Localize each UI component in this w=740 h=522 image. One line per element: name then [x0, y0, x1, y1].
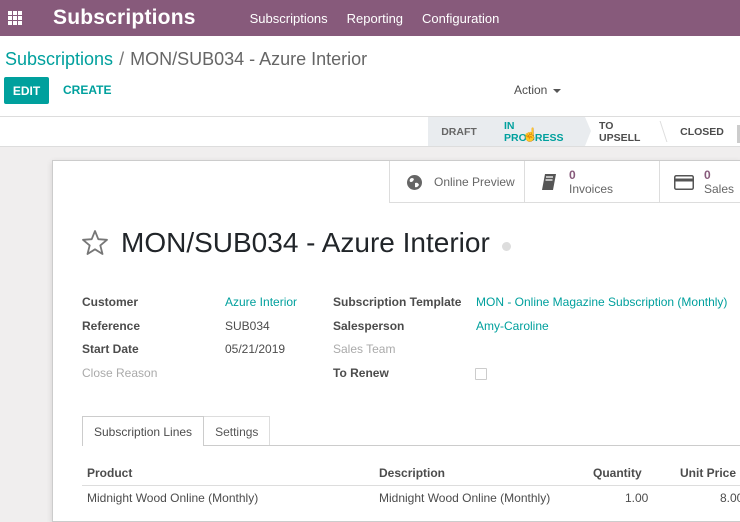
main-menu: Subscriptions Reporting Configuration — [250, 11, 519, 26]
stage-pipeline: DRAFT IN PROGRESS TO UPSELL CLOSED — [428, 117, 740, 146]
sales-count: 0 — [704, 168, 711, 182]
stage-to-upsell-label: TO UPSELL — [599, 119, 641, 144]
breadcrumb-parent[interactable]: Subscriptions — [5, 49, 113, 69]
record-title-row: MON/SUB034 - Azure Interior — [81, 227, 511, 259]
close-reason-label: Close Reason — [82, 366, 158, 380]
customer-label: Customer — [82, 295, 139, 309]
subscription-template-label: Subscription Template — [333, 295, 462, 309]
action-dropdown[interactable]: Action — [514, 83, 562, 97]
menu-item-configuration[interactable]: Configuration — [422, 11, 499, 26]
hand-cursor-icon: ☝ — [522, 127, 539, 142]
cell-product: Midnight Wood Online (Monthly) — [87, 491, 259, 505]
top-navbar: Subscriptions Subscriptions Reporting Co… — [0, 0, 740, 36]
breadcrumb-separator: / — [119, 49, 125, 69]
subscription-template-value[interactable]: MON - Online Magazine Subscription (Mont… — [476, 295, 727, 309]
online-preview-label: Online Preview — [434, 175, 515, 189]
to-renew-label: To Renew — [333, 366, 389, 380]
sales-team-label: Sales Team — [333, 342, 396, 356]
star-icon[interactable] — [81, 229, 109, 257]
menu-item-reporting[interactable]: Reporting — [347, 11, 403, 26]
cell-quantity: 1.00 — [625, 491, 649, 505]
menu-item-subscriptions[interactable]: Subscriptions — [250, 11, 328, 26]
stage-to-upsell[interactable]: TO UPSELL — [585, 117, 668, 146]
invoices-button[interactable]: 0 Invoices — [524, 161, 659, 203]
app-brand[interactable]: Subscriptions — [53, 6, 196, 30]
apps-grid-icon[interactable] — [8, 11, 22, 25]
create-button[interactable]: CREATE — [63, 83, 111, 97]
form-sheet: Online Preview 0 Invoices 0 Sales MON/SU… — [52, 160, 740, 522]
cell-unit-price: 8.00 — [720, 491, 740, 505]
notebook-tabs: Subscription Lines Settings — [82, 416, 271, 446]
control-panel: Subscriptions / MON/SUB034 - Azure Interio… — [0, 36, 740, 116]
cell-description: Midnight Wood Online (Monthly) — [379, 491, 551, 505]
column-description[interactable]: Description — [379, 466, 445, 480]
invoices-label: Invoices — [569, 182, 614, 196]
credit-card-icon — [674, 173, 694, 191]
stage-closed-label: CLOSED — [680, 125, 724, 138]
chevron-right-icon — [585, 117, 591, 146]
breadcrumb-current: MON/SUB034 - Azure Interior — [130, 49, 368, 69]
column-product[interactable]: Product — [87, 466, 132, 480]
header-divider — [82, 485, 740, 486]
reference-label: Reference — [82, 319, 141, 333]
column-quantity[interactable]: Quantity — [593, 466, 642, 480]
salesperson-label: Salesperson — [333, 319, 405, 333]
action-dropdown-label: Action — [514, 83, 548, 97]
table-row[interactable]: Midnight Wood Online (Monthly) Midnight … — [82, 491, 740, 507]
to-renew-checkbox[interactable] — [475, 368, 487, 380]
chevron-right-icon — [490, 117, 496, 146]
form-statusbar: DRAFT IN PROGRESS TO UPSELL CLOSED — [0, 116, 740, 147]
reference-value: SUB034 — [225, 319, 270, 333]
lines-table-header: Product Description Quantity Unit Price — [82, 466, 740, 482]
breadcrumb: Subscriptions / MON/SUB034 - Azure Interio… — [5, 49, 367, 70]
caret-down-icon — [553, 88, 562, 93]
sales-stat: 0 Sales — [704, 168, 734, 196]
record-title: MON/SUB034 - Azure Interior — [121, 227, 490, 258]
globe-icon — [404, 173, 424, 191]
column-unit-price[interactable]: Unit Price — [680, 466, 736, 480]
salesperson-value[interactable]: Amy-Caroline — [476, 319, 549, 333]
stage-draft-label: DRAFT — [441, 125, 477, 138]
customer-value[interactable]: Azure Interior — [225, 295, 297, 309]
sales-button[interactable]: 0 Sales — [659, 161, 740, 203]
online-preview-button[interactable]: Online Preview — [389, 161, 524, 203]
tab-subscription-lines[interactable]: Subscription Lines — [82, 416, 205, 446]
tab-settings[interactable]: Settings — [203, 416, 271, 446]
kanban-state-dot[interactable] — [501, 241, 511, 251]
sales-label: Sales — [704, 182, 735, 196]
start-date-value: 05/21/2019 — [225, 342, 286, 356]
start-date-label: Start Date — [82, 342, 139, 356]
smart-button-box: Online Preview 0 Invoices 0 Sales — [389, 161, 740, 203]
edit-button[interactable]: EDIT — [4, 77, 49, 104]
book-icon — [539, 173, 559, 191]
stage-draft[interactable]: DRAFT — [428, 117, 496, 146]
invoices-count: 0 — [569, 168, 576, 182]
invoices-stat: 0 Invoices — [569, 168, 613, 196]
stage-closed[interactable]: CLOSED — [663, 117, 740, 146]
